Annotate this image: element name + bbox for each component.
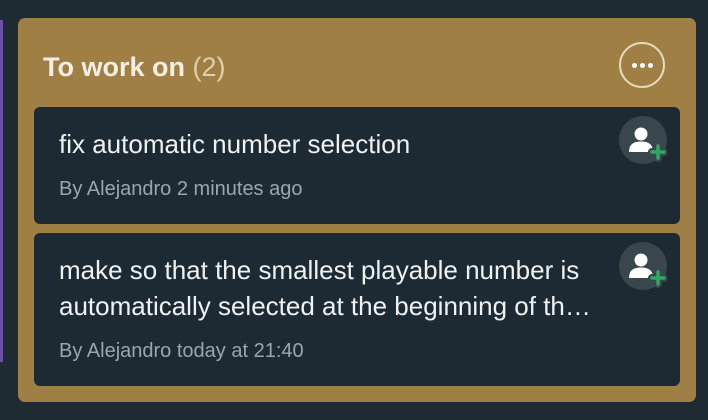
card-meta: By Alejandro 2 minutes ago [59,178,303,200]
column-header: To work on (2) [43,52,226,83]
assign-user-button[interactable] [619,242,667,290]
add-assignee-icon [629,127,667,162]
assign-user-button[interactable] [619,116,667,164]
add-assignee-icon [629,253,667,288]
column-card-count: (2) [192,52,226,82]
adjacent-column-edge [0,20,3,362]
card-title: make so that the smallest playable numbe… [59,255,580,321]
card-title: fix automatic number selection [59,129,411,159]
board-column: To work on (2) fix automatic number sele… [18,18,696,402]
card-meta: By Alejandro today at 21:40 [59,340,304,362]
card[interactable]: make so that the smallest playable numbe… [34,233,680,386]
column-menu-button[interactable] [619,42,665,88]
more-horizontal-icon [631,62,653,68]
card[interactable]: fix automatic number selection By Alejan… [34,107,680,224]
column-title: To work on [43,52,185,82]
